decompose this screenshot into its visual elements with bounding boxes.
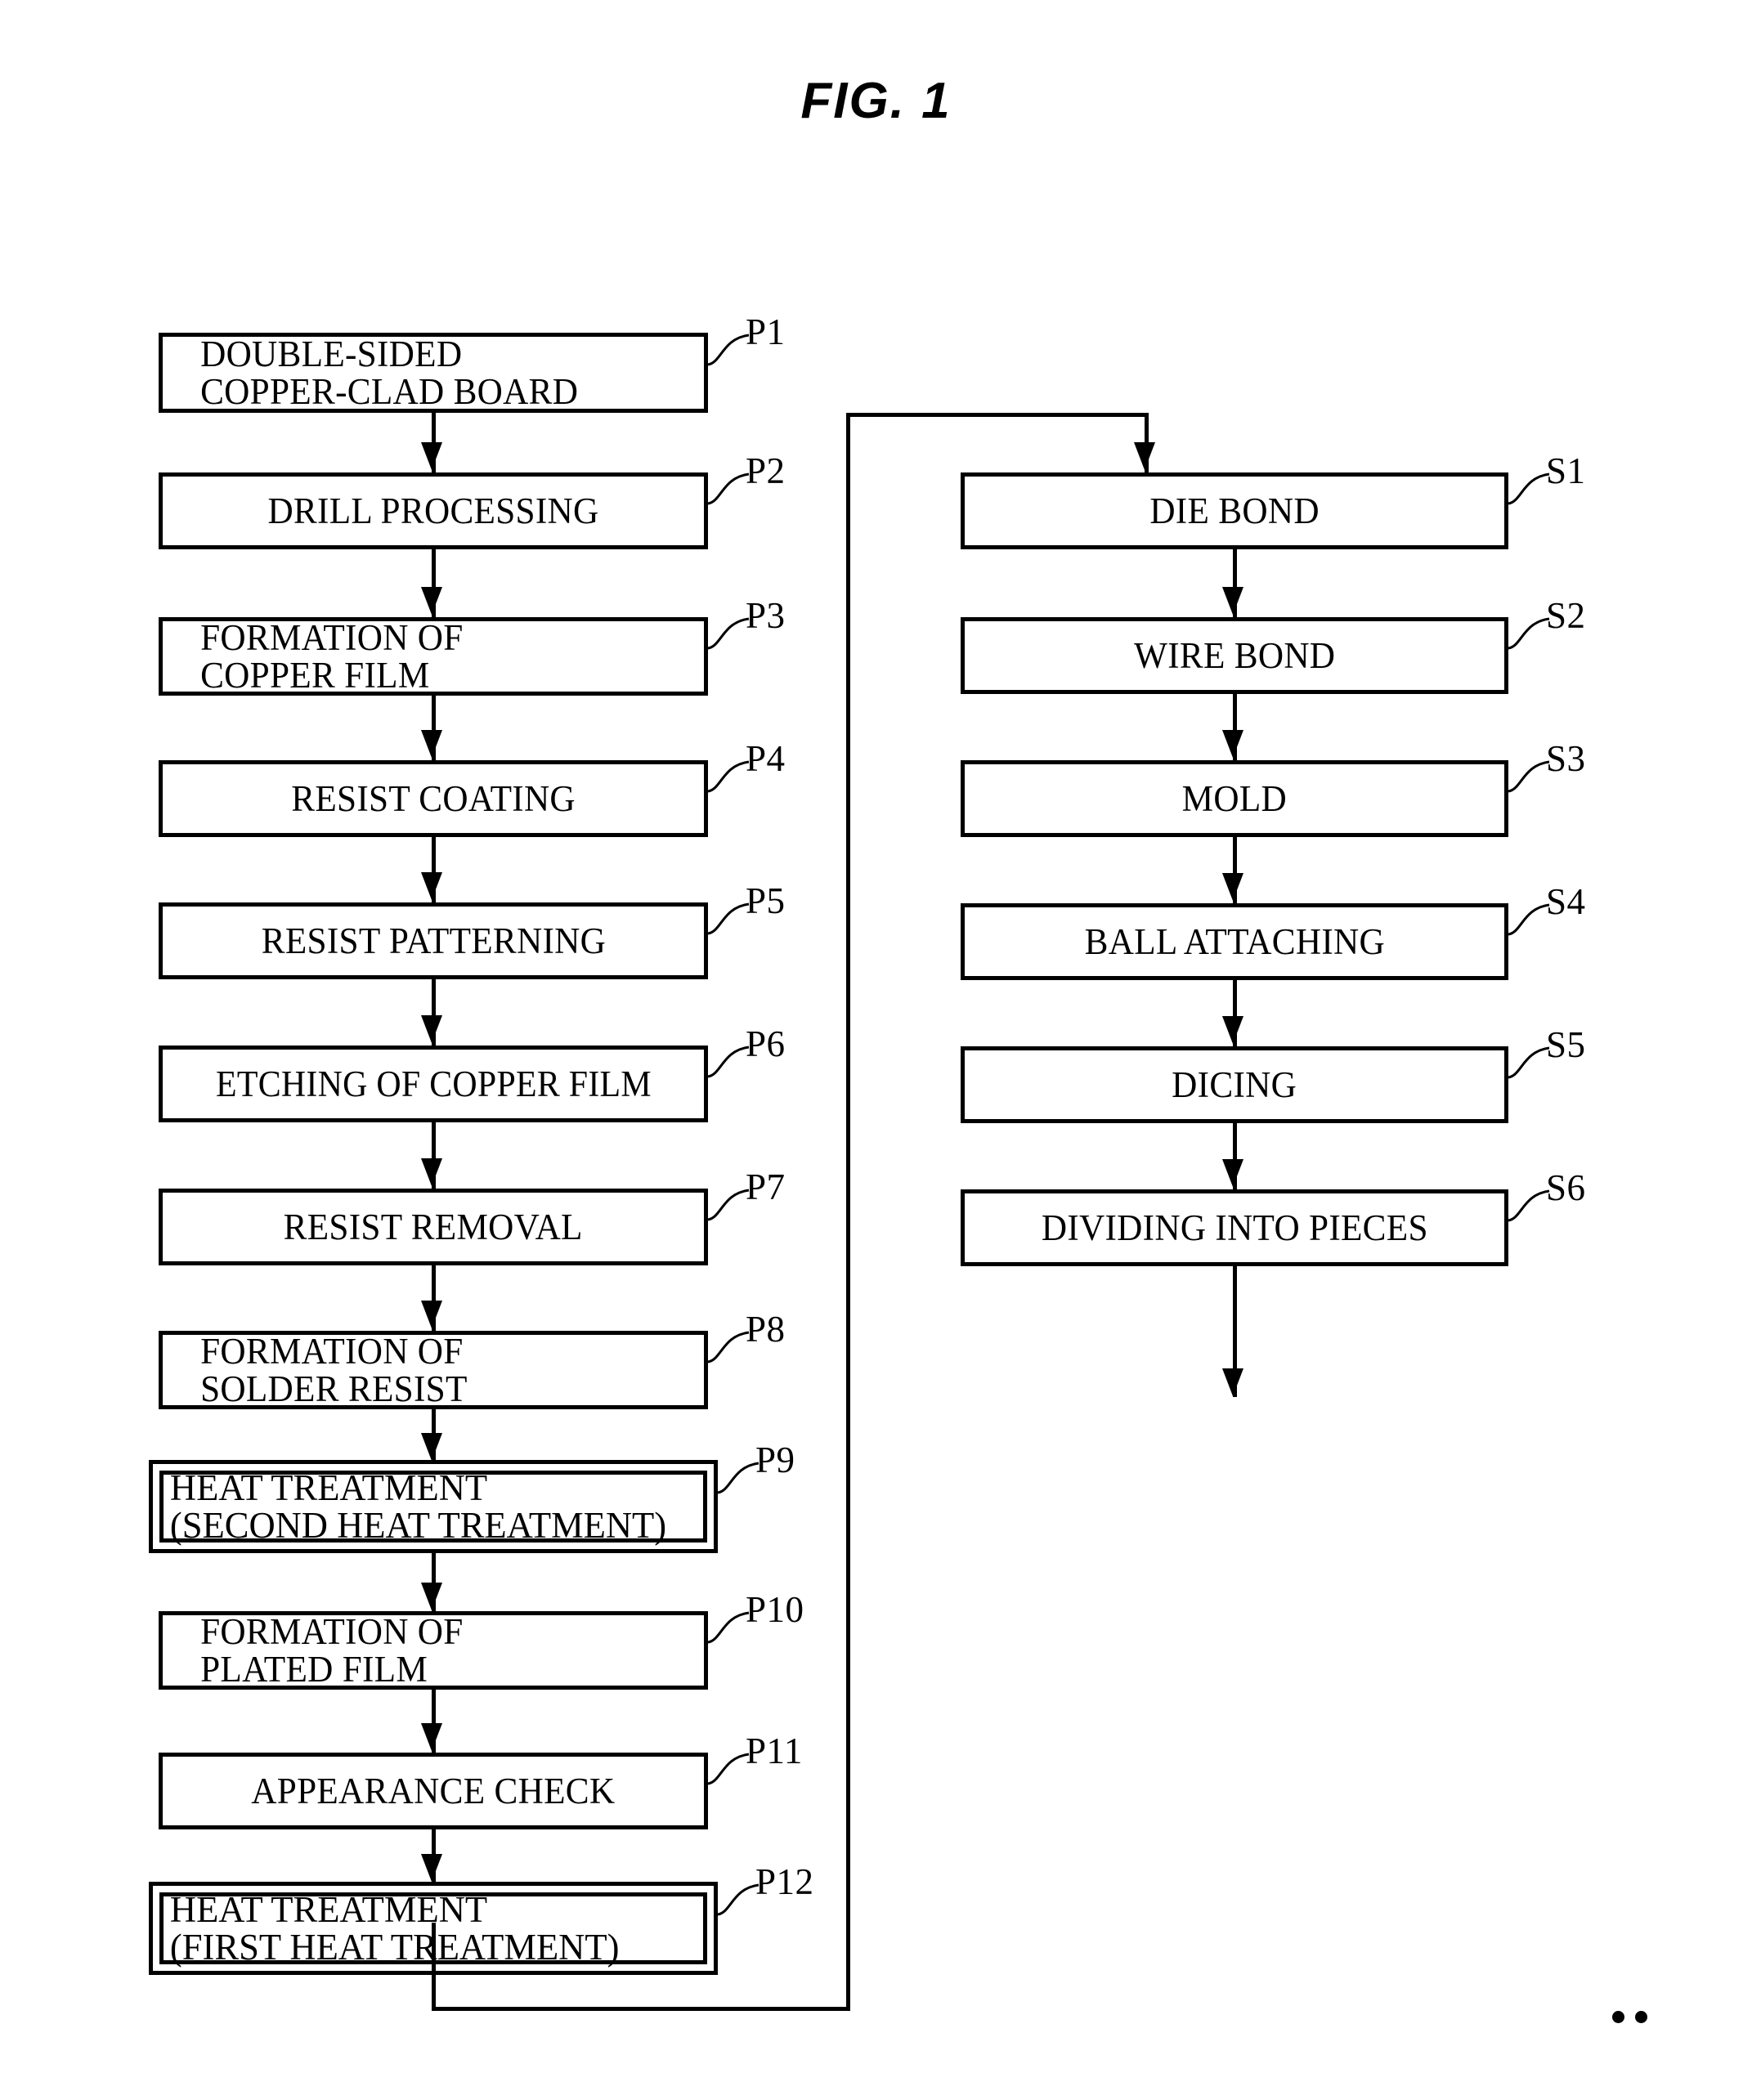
- process-box-s1-label: DIE BOND: [1149, 490, 1320, 531]
- ref-label-p10: P10: [746, 1589, 804, 1630]
- arrow-head-p10-p11: [421, 1723, 442, 1751]
- arrow-head-p9-p10: [421, 1583, 442, 1610]
- ref-label-s3: S3: [1546, 738, 1586, 779]
- arrow-head-p6-p7: [421, 1158, 442, 1186]
- process-box-p3[interactable]: FORMATION OF COPPER FILM: [159, 617, 708, 696]
- ref-label-p9: P9: [755, 1440, 795, 1480]
- process-box-s5[interactable]: DICING: [961, 1046, 1508, 1123]
- process-box-p9[interactable]: HEAT TREATMENT (SECOND HEAT TREATMENT): [149, 1460, 718, 1553]
- process-box-p6[interactable]: ETCHING OF COPPER FILM: [159, 1046, 708, 1122]
- process-box-s2[interactable]: WIRE BOND: [961, 617, 1508, 694]
- arrow-head-p4-p5: [421, 872, 442, 900]
- process-box-s4-label: BALL ATTACHING: [1084, 920, 1385, 962]
- arrow-head-p5-p6: [421, 1015, 442, 1043]
- ref-label-s1: S1: [1546, 450, 1586, 491]
- arrow-head-loop-s1: [1134, 442, 1155, 470]
- ref-label-p8: P8: [746, 1309, 786, 1350]
- patent-figure-page: FIG. 1 DOUBLE-SIDED COPPER-CLAD BOARD DR…: [0, 0, 1752, 2100]
- arrow-head-s6-exit: [1222, 1368, 1243, 1396]
- process-box-s3-label: MOLD: [1181, 777, 1288, 819]
- page-mark-dot-right: [1635, 2011, 1647, 2023]
- process-box-s2-label: WIRE BOND: [1133, 634, 1336, 676]
- figure-title: FIG. 1: [800, 73, 952, 129]
- ref-label-p11: P11: [746, 1731, 803, 1771]
- process-box-p5-label: RESIST PATTERNING: [261, 920, 606, 961]
- loop-connector-down: [432, 1923, 436, 2011]
- arrow-head-s3-s4: [1222, 873, 1243, 901]
- arrow-head-p1-p2: [421, 442, 442, 470]
- process-box-p9-label: HEAT TREATMENT (SECOND HEAT TREATMENT): [169, 1466, 667, 1546]
- ref-label-p4: P4: [746, 738, 786, 779]
- process-box-p10-label: FORMATION OF PLATED FILM: [200, 1611, 464, 1690]
- loop-connector-bottom: [432, 2007, 850, 2011]
- process-box-p7[interactable]: RESIST REMOVAL: [159, 1189, 708, 1265]
- arrow-head-s2-s3: [1222, 730, 1243, 758]
- process-box-p12-label: HEAT TREATMENT (FIRST HEAT TREATMENT): [169, 1888, 620, 1968]
- process-box-p6-label: ETCHING OF COPPER FILM: [215, 1063, 652, 1104]
- ref-label-s2: S2: [1546, 595, 1586, 636]
- process-box-p11[interactable]: APPEARANCE CHECK: [159, 1753, 708, 1829]
- ref-label-p2: P2: [746, 450, 786, 491]
- ref-label-p1: P1: [746, 311, 786, 352]
- process-box-p4[interactable]: RESIST COATING: [159, 760, 708, 837]
- process-box-p10[interactable]: FORMATION OF PLATED FILM: [159, 1611, 708, 1690]
- process-box-s6[interactable]: DIVIDING INTO PIECES: [961, 1189, 1508, 1266]
- process-box-s4[interactable]: BALL ATTACHING: [961, 903, 1508, 980]
- process-box-p1-label: DOUBLE-SIDED COPPER-CLAD BOARD: [200, 333, 579, 412]
- process-box-p11-label: APPEARANCE CHECK: [251, 1770, 616, 1811]
- process-box-s1[interactable]: DIE BOND: [961, 472, 1508, 549]
- page-mark-dot-left: [1612, 2011, 1624, 2023]
- arrow-head-s5-s6: [1222, 1159, 1243, 1187]
- process-box-p2[interactable]: DRILL PROCESSING: [159, 472, 708, 549]
- ref-label-p6: P6: [746, 1023, 786, 1064]
- process-box-s6-label: DIVIDING INTO PIECES: [1041, 1207, 1428, 1248]
- ref-label-s5: S5: [1546, 1024, 1586, 1065]
- arrow-head-p11-p12: [421, 1854, 442, 1882]
- process-box-p3-label: FORMATION OF COPPER FILM: [200, 617, 464, 696]
- process-box-p2-label: DRILL PROCESSING: [267, 490, 599, 531]
- process-box-p5[interactable]: RESIST PATTERNING: [159, 902, 708, 979]
- process-box-p7-label: RESIST REMOVAL: [283, 1206, 584, 1247]
- process-box-p8-label: FORMATION OF SOLDER RESIST: [200, 1331, 468, 1409]
- ref-label-p12: P12: [755, 1861, 814, 1902]
- arrow-head-p3-p4: [421, 730, 442, 758]
- process-box-p4-label: RESIST COATING: [291, 777, 576, 819]
- arrow-head-p7-p8: [421, 1301, 442, 1328]
- loop-connector-up: [846, 413, 850, 2011]
- process-box-p8[interactable]: FORMATION OF SOLDER RESIST: [159, 1331, 708, 1409]
- ref-label-s6: S6: [1546, 1167, 1586, 1208]
- arrow-head-s1-s2: [1222, 587, 1243, 615]
- ref-label-p7: P7: [746, 1166, 786, 1207]
- process-box-p1[interactable]: DOUBLE-SIDED COPPER-CLAD BOARD: [159, 333, 708, 413]
- arrow-head-s4-s5: [1222, 1016, 1243, 1044]
- arrow-head-p8-p9: [421, 1433, 442, 1461]
- ref-label-s4: S4: [1546, 881, 1586, 922]
- arrow-head-p2-p3: [421, 587, 442, 615]
- ref-label-p3: P3: [746, 595, 786, 636]
- process-box-s5-label: DICING: [1172, 1063, 1297, 1105]
- ref-label-p5: P5: [746, 880, 786, 921]
- process-box-s3[interactable]: MOLD: [961, 760, 1508, 837]
- loop-connector-top: [846, 413, 1149, 417]
- process-box-p9-inner-frame: HEAT TREATMENT (SECOND HEAT TREATMENT): [159, 1466, 707, 1546]
